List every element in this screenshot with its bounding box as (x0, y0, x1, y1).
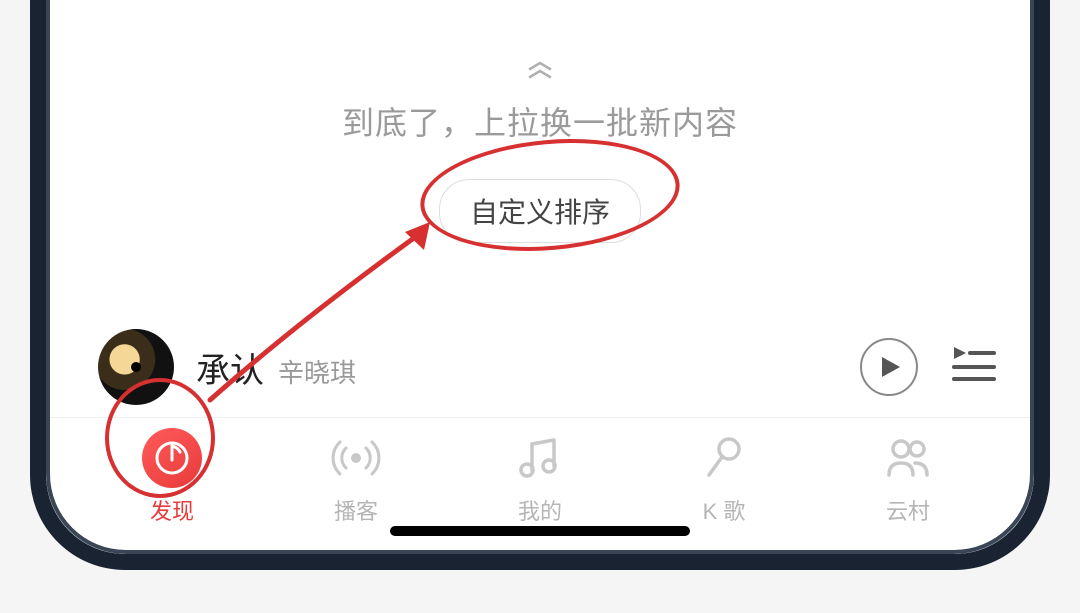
nav-label: 播客 (334, 494, 378, 526)
nav-label: 我的 (518, 494, 562, 526)
phone-frame: 到底了，上拉换一批新内容 自定义排序 承认 辛晓琪 (30, 0, 1050, 570)
play-button[interactable] (860, 338, 918, 396)
nav-tab-mine[interactable]: 我的 (490, 428, 590, 526)
home-indicator[interactable] (390, 526, 690, 536)
nav-tab-discover[interactable]: 发现 (122, 428, 222, 526)
track-artist: 辛晓琪 (278, 353, 356, 390)
play-icon (880, 355, 902, 379)
podcast-icon (326, 428, 386, 488)
chevron-up-icon (526, 60, 554, 80)
people-icon (878, 428, 938, 488)
microphone-icon (694, 428, 754, 488)
nav-label: K 歌 (703, 494, 746, 526)
scroll-end-region: 到底了，上拉换一批新内容 自定义排序 (50, 0, 1030, 317)
track-info[interactable]: 承认 辛晓琪 (196, 343, 860, 392)
nav-tab-podcast[interactable]: 播客 (306, 428, 406, 526)
album-art-icon[interactable] (98, 329, 174, 405)
queue-icon (952, 347, 996, 383)
custom-sort-button[interactable]: 自定义排序 (439, 179, 641, 243)
discover-icon (142, 428, 202, 488)
nav-label: 云村 (886, 494, 930, 526)
nav-label: 发现 (150, 494, 194, 526)
now-playing-bar[interactable]: 承认 辛晓琪 (50, 317, 1030, 418)
phone-screen: 到底了，上拉换一批新内容 自定义排序 承认 辛晓琪 (46, 0, 1034, 554)
playlist-queue-button[interactable] (948, 343, 1000, 392)
track-title: 承认 (196, 343, 264, 392)
nav-tab-karaoke[interactable]: K 歌 (674, 428, 774, 526)
end-of-list-text: 到底了，上拉换一批新内容 (342, 98, 738, 144)
nav-tab-community[interactable]: 云村 (858, 428, 958, 526)
music-note-icon (510, 428, 570, 488)
